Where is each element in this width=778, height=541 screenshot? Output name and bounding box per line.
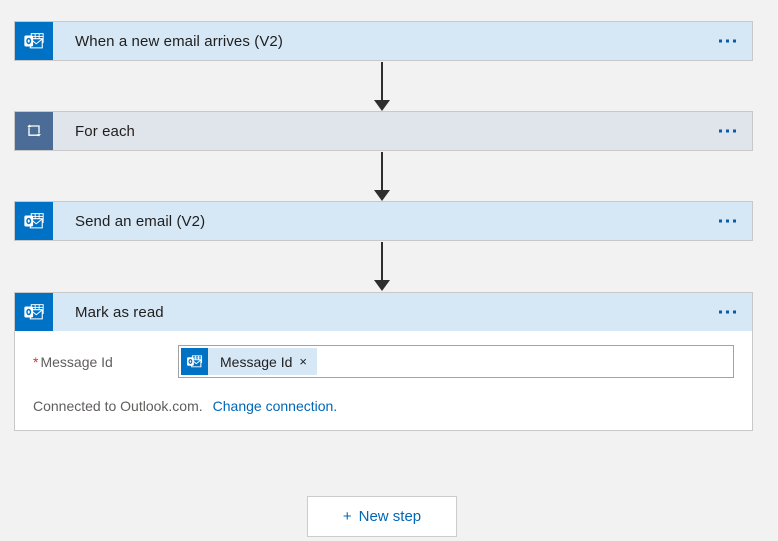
new-step-label: New step bbox=[359, 508, 422, 525]
field-label-text: Message Id bbox=[40, 354, 112, 370]
more-options-icon[interactable] bbox=[715, 305, 740, 320]
flow-step-body: *Message Id bbox=[15, 331, 752, 430]
required-indicator: * bbox=[33, 354, 38, 370]
flow-step-for-each[interactable]: For each bbox=[14, 111, 753, 151]
connector-arrow bbox=[374, 62, 390, 111]
outlook-icon bbox=[181, 348, 208, 375]
flow-step-header[interactable]: Send an email (V2) bbox=[15, 202, 752, 240]
outlook-icon bbox=[15, 22, 53, 60]
dynamic-content-token[interactable]: Message Id × bbox=[181, 348, 317, 375]
connection-status-row: Connected to Outlook.com. Change connecti… bbox=[15, 378, 752, 430]
field-label-message-id: *Message Id bbox=[15, 354, 178, 370]
more-options-icon[interactable] bbox=[715, 124, 740, 139]
change-connection-link[interactable]: Change connection. bbox=[213, 398, 338, 414]
token-label: Message Id bbox=[208, 354, 298, 370]
message-id-input[interactable]: Message Id × bbox=[178, 345, 734, 378]
connector-arrow bbox=[374, 242, 390, 291]
flow-step-header[interactable]: For each bbox=[15, 112, 752, 150]
flow-step-header[interactable]: Mark as read bbox=[15, 293, 752, 331]
flow-step-send-an-email[interactable]: Send an email (V2) bbox=[14, 201, 753, 241]
flow-step-header[interactable]: When a new email arrives (V2) bbox=[15, 22, 752, 60]
flow-step-when-a-new-email-arrives[interactable]: When a new email arrives (V2) bbox=[14, 21, 753, 61]
flow-designer-canvas: When a new email arrives (V2) For each bbox=[0, 0, 778, 541]
flow-step-title: For each bbox=[53, 123, 135, 140]
more-options-icon[interactable] bbox=[715, 34, 740, 49]
more-options-icon[interactable] bbox=[715, 214, 740, 229]
flow-step-title: When a new email arrives (V2) bbox=[53, 33, 283, 50]
plus-icon: + bbox=[343, 508, 352, 525]
flow-step-title: Mark as read bbox=[53, 304, 164, 321]
outlook-icon bbox=[15, 202, 53, 240]
flow-step-mark-as-read[interactable]: Mark as read *Message Id bbox=[14, 292, 753, 431]
loop-icon bbox=[15, 112, 53, 150]
flow-step-title: Send an email (V2) bbox=[53, 213, 205, 230]
connector-arrow bbox=[374, 152, 390, 201]
outlook-icon bbox=[15, 293, 53, 331]
new-step-button[interactable]: + New step bbox=[307, 496, 457, 537]
field-row-message-id: *Message Id bbox=[15, 331, 752, 378]
connection-status-text: Connected to Outlook.com. bbox=[33, 398, 203, 414]
remove-token-icon[interactable]: × bbox=[298, 355, 317, 368]
